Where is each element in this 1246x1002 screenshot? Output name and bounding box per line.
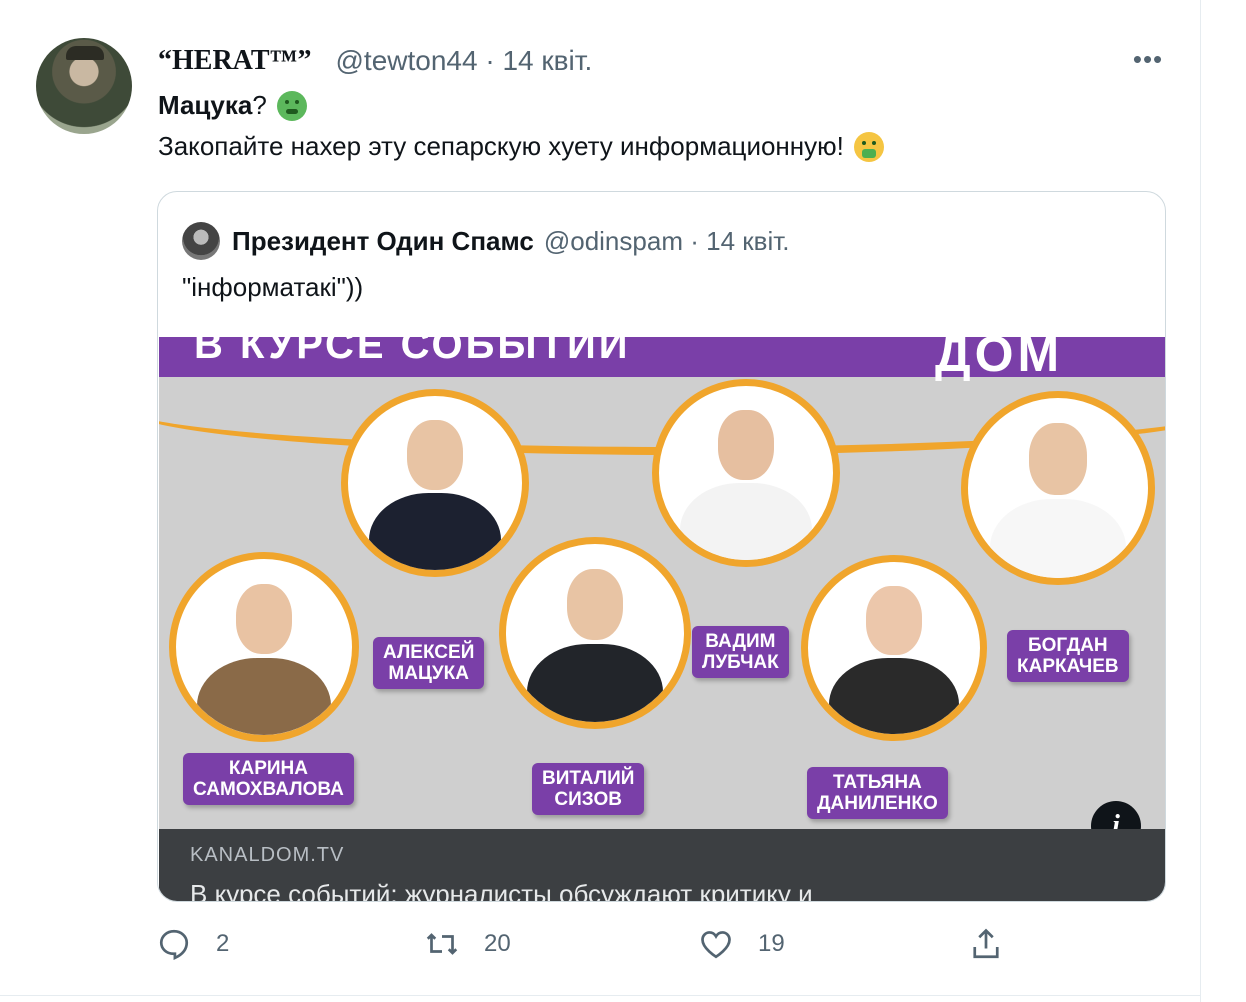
label-line: ВИТАЛИЙ xyxy=(542,768,635,789)
quoted-handle: @odinspam · 14 квіт. xyxy=(544,226,790,257)
column-divider xyxy=(1200,0,1201,1002)
person-portrait-vitaliy xyxy=(499,537,691,729)
author-avatar[interactable] xyxy=(36,38,132,134)
heart-icon xyxy=(701,931,731,959)
label-vitaliy: ВИТАЛИЙ СИЗОВ xyxy=(532,763,645,815)
label-aleksei: АЛЕКСЕЙ МАЦУКА xyxy=(373,637,485,689)
person-portrait-bogdan xyxy=(961,391,1155,585)
author-handle[interactable]: @tewton44 · 14 квіт. xyxy=(336,45,593,77)
nauseated-face-icon xyxy=(276,90,307,121)
tweet-text-line-1: Мацука? xyxy=(158,90,307,121)
label-line: СИЗОВ xyxy=(554,789,622,810)
person-portrait-vadim xyxy=(652,379,840,567)
more-options-button[interactable]: ••• xyxy=(1130,44,1166,74)
tweet-divider xyxy=(0,995,1200,996)
retweet-button[interactable]: 20 xyxy=(424,926,511,962)
reply-button[interactable]: 2 xyxy=(156,926,229,962)
person-portrait-karina xyxy=(169,552,359,742)
label-line: ДАНИЛЕНКО xyxy=(817,793,938,814)
label-line: БОГДАН xyxy=(1027,635,1108,656)
person-portrait-tatyana xyxy=(801,555,987,741)
vomiting-face-icon xyxy=(853,131,884,162)
label-line: ВАДИМ xyxy=(705,631,776,652)
label-line: ТАТЬЯНА xyxy=(832,772,922,793)
info-icon[interactable]: i xyxy=(1091,801,1141,829)
label-line: КАРКАЧЕВ xyxy=(1017,656,1119,677)
quoted-text: "інформатакі")) xyxy=(182,272,364,302)
handle-text: @tewton44 xyxy=(335,45,478,76)
label-tatyana: ТАТЬЯНА ДАНИЛЕНКО xyxy=(807,767,948,819)
link-card-footer[interactable]: KANALDOM.TV В курсе событий: журналисты … xyxy=(159,829,1165,902)
reply-count: 2 xyxy=(216,930,230,957)
share-icon xyxy=(973,928,999,959)
tweet-text-line-2: Закопайте нахер эту сепарскую хуету инфо… xyxy=(158,131,884,162)
separator: · xyxy=(485,45,495,76)
label-line: КАРИНА xyxy=(228,758,308,779)
quoted-name: Президент Один Спамс xyxy=(232,225,534,256)
card-domain: KANALDOM.TV xyxy=(190,844,345,866)
quoted-avatar xyxy=(182,222,220,260)
quoted-date: 14 квіт. xyxy=(706,225,790,256)
dom-logo: ДОМ xyxy=(935,337,1064,382)
like-button[interactable]: 19 xyxy=(698,926,785,962)
quoted-tweet[interactable]: Президент Один Спамс @odinspam · 14 квіт… xyxy=(157,191,1166,902)
tweet-date[interactable]: 14 квіт. xyxy=(502,45,592,76)
link-card-image[interactable]: В КУРСЕ СОБЫТИЙ ДОМ КАРИНА САМОХВАЛОВА АЛ… xyxy=(159,337,1165,829)
reply-icon xyxy=(159,929,189,961)
label-karina: КАРИНА САМОХВАЛОВА xyxy=(183,753,354,805)
label-line: АЛЕКСЕЙ xyxy=(383,642,475,663)
tweet-actions: 2 20 19 xyxy=(156,926,1016,972)
label-line: МАЦУКА xyxy=(388,663,469,684)
label-bogdan: БОГДАН КАРКАЧЕВ xyxy=(1007,630,1129,682)
person-portrait-aleksei xyxy=(341,389,529,577)
tweet-header: “HERAT™” @tewton44 · 14 квіт. xyxy=(158,44,592,78)
quoted-separator: · xyxy=(690,225,699,256)
label-vadim: ВАДИМ ЛУБЧАК xyxy=(692,626,789,678)
purple-banner: В КУРСЕ СОБЫТИЙ ДОМ xyxy=(159,337,1165,382)
tweet-body-text: Закопайте нахер эту сепарскую хуету инфо… xyxy=(158,131,844,161)
retweet-count: 20 xyxy=(484,930,511,957)
banner-title: В КУРСЕ СОБЫТИЙ xyxy=(194,337,631,367)
card-title: В курсе событий: журналисты обсуждают кр… xyxy=(190,879,813,902)
quoted-header: Президент Один Спамс @odinspam · 14 квіт… xyxy=(182,222,789,260)
label-line: ЛУБЧАК xyxy=(702,652,779,673)
label-line: САМОХВАЛОВА xyxy=(193,779,344,800)
mention-text: Мацука xyxy=(158,90,253,120)
retweet-icon xyxy=(426,933,458,955)
share-button[interactable] xyxy=(968,926,1004,962)
display-name[interactable]: “HERAT™” xyxy=(158,45,312,77)
question-mark: ? xyxy=(252,90,267,120)
quoted-handle-text: @odinspam xyxy=(543,225,683,256)
like-count: 19 xyxy=(758,930,785,957)
